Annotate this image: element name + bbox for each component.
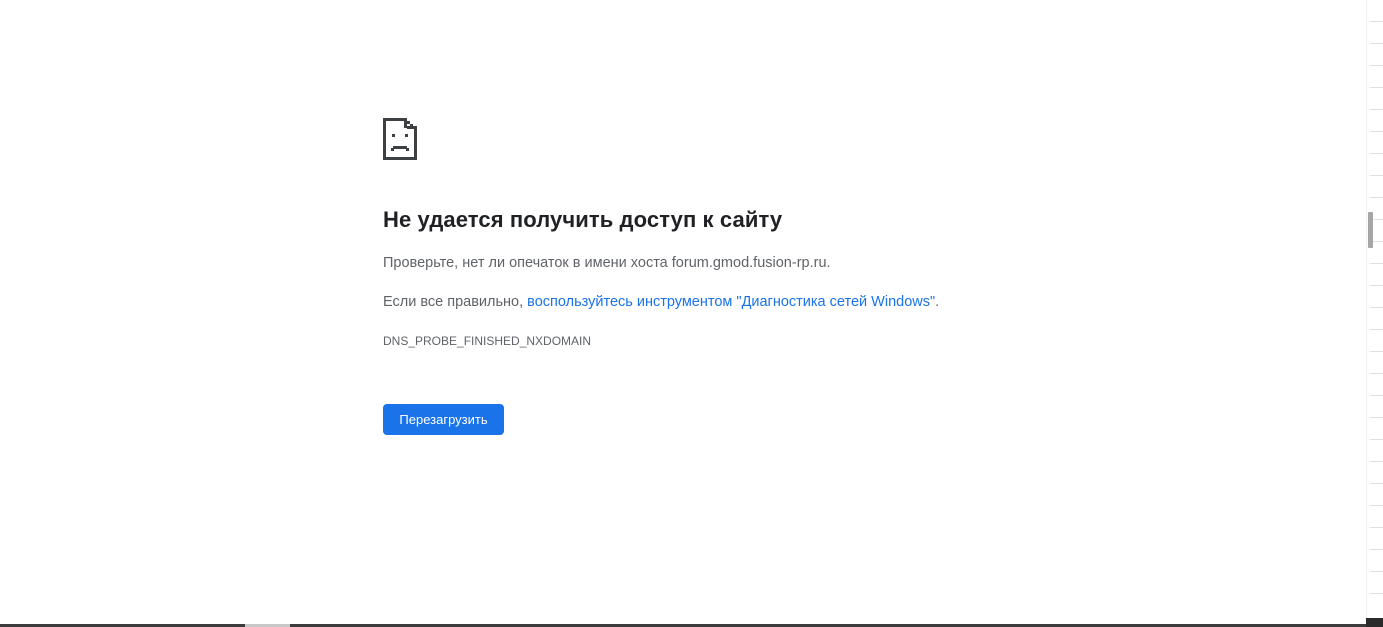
hostname-check-text: Проверьте, нет ли опечаток в имени хоста…	[383, 255, 831, 271]
error-page: Не удается получить доступ к сайту Прове…	[0, 0, 1383, 627]
error-code: DNS_PROBE_FINISHED_NXDOMAIN	[383, 334, 592, 348]
sad-page-icon	[383, 118, 417, 160]
network-diagnostics-link[interactable]: воспользуйтесь инструментом "Диагностика…	[527, 294, 935, 310]
corner-block	[1366, 618, 1383, 627]
diagnostics-paragraph: Если все правильно, воспользуйтесь инстр…	[383, 294, 939, 310]
reload-button[interactable]: Перезагрузить	[383, 404, 504, 435]
scrollbar-track-markers	[1370, 0, 1383, 600]
page-title: Не удается получить доступ к сайту	[383, 207, 783, 232]
diagnostics-suffix: .	[935, 294, 940, 310]
scrollbar-thumb[interactable]	[1368, 212, 1373, 248]
diagnostics-prefix: Если все правильно,	[383, 294, 528, 310]
